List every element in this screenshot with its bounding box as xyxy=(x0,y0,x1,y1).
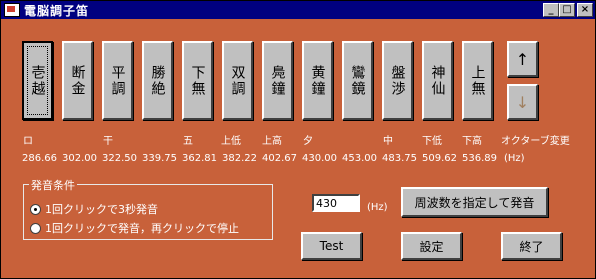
radio-label: 1回クリックで発音，再クリックで停止 xyxy=(45,222,239,235)
app-window: 電脳調子笛 _ □ × 壱越 断金 平調 勝絶 下無 双調 鳧鐘 黄鐘 鸞鏡 盤… xyxy=(0,0,596,279)
note-button-shinsen[interactable]: 神仙 xyxy=(422,41,453,120)
radio-option-3sec[interactable]: 1回クリックで3秒発音 xyxy=(30,201,158,217)
tone-label: 五 xyxy=(183,136,193,147)
settings-button[interactable]: 設定 xyxy=(401,232,462,260)
radio-button[interactable] xyxy=(30,203,41,215)
note-button-tangin[interactable]: 断金 xyxy=(62,41,93,120)
tone-label: 夕 xyxy=(303,136,313,147)
frequency-value: 286.66 xyxy=(22,153,57,164)
tone-label: ロ xyxy=(23,136,33,147)
octave-up-button[interactable]: ↑ xyxy=(507,41,538,77)
tone-label: 上低 xyxy=(221,136,241,147)
window-title: 電脳調子笛 xyxy=(24,3,90,18)
frequency-value: 536.89 xyxy=(462,153,497,164)
test-button[interactable]: Test xyxy=(301,232,362,260)
window-controls: _ □ × xyxy=(543,3,593,17)
note-button-fusho[interactable]: 鳧鐘 xyxy=(262,41,293,120)
frequency-value: 509.62 xyxy=(422,153,457,164)
minimize-button[interactable]: _ xyxy=(543,3,559,17)
frequency-value: 339.75 xyxy=(142,153,177,164)
maximize-button[interactable]: □ xyxy=(559,3,575,17)
frequency-value: 483.75 xyxy=(382,153,417,164)
tone-label: 干 xyxy=(103,136,113,147)
close-button[interactable]: × xyxy=(577,3,593,17)
tone-label: 下高 xyxy=(462,136,482,147)
frequency-value: 382.22 xyxy=(222,153,257,164)
title-bar: 電脳調子笛 _ □ × xyxy=(1,1,595,19)
frequency-value: 430.00 xyxy=(302,153,337,164)
frequency-input[interactable] xyxy=(312,194,360,212)
note-button-rankei[interactable]: 鸞鏡 xyxy=(342,41,373,120)
octave-down-button[interactable]: ↓ xyxy=(507,84,538,120)
radio-label: 1回クリックで3秒発音 xyxy=(45,203,158,216)
play-frequency-button[interactable]: 周波数を指定して発音 xyxy=(401,187,548,217)
tone-label: 上高 xyxy=(262,136,282,147)
octave-change-label: オクターブ変更 xyxy=(501,136,570,147)
note-button-oshiki[interactable]: 黄鐘 xyxy=(302,41,333,120)
radio-option-toggle[interactable]: 1回クリックで発音，再クリックで停止 xyxy=(30,220,239,236)
note-button-sojo[interactable]: 双調 xyxy=(222,41,253,120)
radio-button[interactable] xyxy=(30,222,41,234)
note-button-hyojo[interactable]: 平調 xyxy=(102,41,133,120)
note-button-kamimu[interactable]: 上無 xyxy=(462,41,493,120)
frequency-unit: (Hz) xyxy=(504,153,525,164)
frequency-value: 453.00 xyxy=(342,153,377,164)
app-icon xyxy=(4,3,20,17)
note-button-shimomu[interactable]: 下無 xyxy=(182,41,213,120)
frequency-value: 302.00 xyxy=(62,153,97,164)
sound-condition-legend: 発音条件 xyxy=(29,177,77,193)
frequency-input-unit: (Hz) xyxy=(367,202,388,213)
note-button-shozetsu[interactable]: 勝絶 xyxy=(142,41,173,120)
frequency-value: 402.67 xyxy=(262,153,297,164)
tone-label: 下低 xyxy=(422,136,442,147)
frequency-value: 322.50 xyxy=(102,153,137,164)
note-button-banshiki[interactable]: 盤渉 xyxy=(382,41,413,120)
frequency-value: 362.81 xyxy=(182,153,217,164)
note-button-ichikotsu[interactable]: 壱越 xyxy=(22,41,53,120)
tone-label: 中 xyxy=(383,136,393,147)
exit-button[interactable]: 終了 xyxy=(501,232,562,260)
